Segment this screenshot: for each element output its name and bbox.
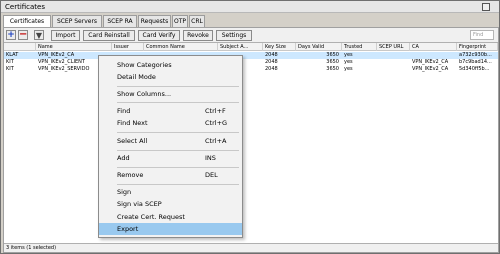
menu-separator (117, 86, 239, 87)
menu-item-export[interactable]: Export (99, 223, 242, 235)
menu-item-sign[interactable]: Sign (99, 186, 242, 198)
menu-item-select-all[interactable]: Select All Ctrl+A (99, 135, 242, 147)
menu-item-add[interactable]: Add INS (99, 152, 242, 164)
import-button[interactable]: Import (51, 30, 80, 41)
menu-item-shortcut: Ctrl+G (205, 119, 228, 127)
title-bar[interactable]: Certificates (1, 1, 499, 13)
column-header-name[interactable]: Name (36, 43, 112, 51)
flags-cell: KIT (6, 66, 14, 72)
key-size-cell: 2048 (265, 52, 278, 58)
menu-item-find[interactable]: Find Ctrl+F (99, 105, 242, 117)
menu-item-label: Sign via SCEP (117, 200, 162, 208)
column-header-flags[interactable] (4, 43, 36, 51)
menu-item-show-columns[interactable]: Show Columns... (99, 88, 242, 100)
menu-item-label: Detail Mode (117, 73, 156, 81)
menu-separator (117, 184, 239, 185)
fingerprint-cell: 5d340ff5b... (459, 66, 490, 72)
remove-icon[interactable]: − (18, 30, 28, 40)
menu-item-label: Export (117, 225, 139, 233)
tab-otp[interactable]: OTP (172, 15, 188, 27)
status-bar: 3 items (1 selected) (4, 243, 498, 252)
fingerprint-cell: a732c930b... (459, 52, 492, 58)
key-size-cell: 2048 (265, 66, 278, 72)
menu-item-label: Find (117, 107, 131, 115)
menu-item-label: Add (117, 154, 130, 162)
card-reinstall-button[interactable]: Card Reinstall (83, 30, 135, 41)
certificates-panel: + − ▼ Import Card Reinstall Card Verify … (3, 27, 499, 253)
column-header-common-name[interactable]: Common Name (144, 43, 218, 51)
menu-item-find-next[interactable]: Find Next Ctrl+G (99, 117, 242, 129)
key-size-cell: 2048 (265, 59, 278, 65)
column-header-ca[interactable]: CA (410, 43, 457, 51)
scep-url-cell (377, 52, 410, 59)
menu-item-sign-via-scep[interactable]: Sign via SCEP (99, 198, 242, 210)
fingerprint-cell: b7c9bad14... (459, 59, 492, 65)
ca-cell (410, 52, 457, 59)
menu-item-shortcut: Ctrl+F (205, 107, 226, 115)
settings-button[interactable]: Settings (216, 30, 252, 41)
scep-url-cell (377, 66, 410, 73)
scep-url-cell (377, 59, 410, 66)
tab-scep-ra[interactable]: SCEP RA (103, 15, 137, 27)
column-header-subject-alt[interactable]: Subject A... (218, 43, 263, 51)
flags-cell: KLAT (6, 52, 19, 58)
menu-item-shortcut: Ctrl+A (205, 137, 227, 145)
column-header-fingerprint[interactable]: Fingerprint (457, 43, 498, 51)
context-menu: Show Categories Detail Mode Show Columns… (98, 55, 243, 238)
ca-cell: VPN_IKEv2_CA (412, 66, 449, 72)
days-valid-cell: 3650 (326, 59, 339, 65)
add-icon[interactable]: + (6, 30, 16, 40)
menu-separator (117, 132, 239, 133)
window-title: Certificates (5, 3, 46, 11)
column-header-days-valid[interactable]: Days Valid (296, 43, 342, 51)
table-row[interactable]: KLAT VPN_IKEv2_CA 2048 3650 yes a732c930… (4, 52, 498, 59)
card-verify-button[interactable]: Card Verify (138, 30, 180, 41)
menu-item-show-categories[interactable]: Show Categories (99, 59, 242, 71)
trusted-cell: yes (344, 59, 353, 65)
menu-item-detail-mode[interactable]: Detail Mode (99, 71, 242, 83)
days-valid-cell: 3650 (326, 52, 339, 58)
tab-crl[interactable]: CRL (189, 15, 205, 27)
menu-separator (117, 167, 239, 168)
column-header-trusted[interactable]: Trusted (342, 43, 377, 51)
trusted-cell: yes (344, 66, 353, 72)
menu-item-remove[interactable]: Remove DEL (99, 169, 242, 181)
menu-item-shortcut: INS (205, 154, 216, 162)
certificates-window: Certificates Certificates SCEP Servers S… (0, 0, 500, 254)
column-header-scep-url[interactable]: SCEP URL (377, 43, 410, 51)
menu-item-shortcut: DEL (205, 171, 218, 179)
status-text: 3 items (1 selected) (6, 245, 57, 251)
menu-separator (117, 150, 239, 151)
column-header-key-size[interactable]: Key Size (263, 43, 296, 51)
maximize-button[interactable] (482, 3, 490, 11)
toolbar: + − ▼ Import Card Reinstall Card Verify … (4, 30, 498, 42)
menu-item-label: Show Categories (117, 61, 172, 69)
find-input[interactable]: Find (470, 30, 494, 40)
trusted-cell: yes (344, 52, 353, 58)
table-header: Name Issuer Common Name Subject A... Key… (4, 43, 498, 51)
tab-requests[interactable]: Requests (138, 15, 171, 27)
revoke-button[interactable]: Revoke (183, 30, 213, 41)
menu-item-label: Show Columns... (117, 90, 172, 98)
ca-cell: VPN_IKEv2_CA (412, 59, 449, 65)
filter-icon[interactable]: ▼ (34, 30, 44, 40)
flags-cell: KIT (6, 59, 14, 65)
menu-item-create-cert-request[interactable]: Create Cert. Request (99, 211, 242, 223)
menu-item-label: Find Next (117, 119, 148, 127)
menu-item-label: Create Cert. Request (117, 213, 185, 221)
table-row[interactable]: KIT VPN_IKEv2_CLIENT 2048 3650 yes VPN_I… (4, 59, 498, 66)
menu-separator (117, 102, 239, 103)
menu-item-label: Sign (117, 188, 132, 196)
table-row[interactable]: KIT VPN_IKEv2_SERVIDO 23... 2048 3650 ye… (4, 66, 498, 73)
days-valid-cell: 3650 (326, 66, 339, 72)
menu-item-label: Select All (117, 137, 148, 145)
column-header-issuer[interactable]: Issuer (112, 43, 144, 51)
menu-item-label: Remove (117, 171, 144, 179)
certificates-table: Name Issuer Common Name Subject A... Key… (4, 42, 498, 243)
tab-scep-servers[interactable]: SCEP Servers (52, 15, 102, 27)
